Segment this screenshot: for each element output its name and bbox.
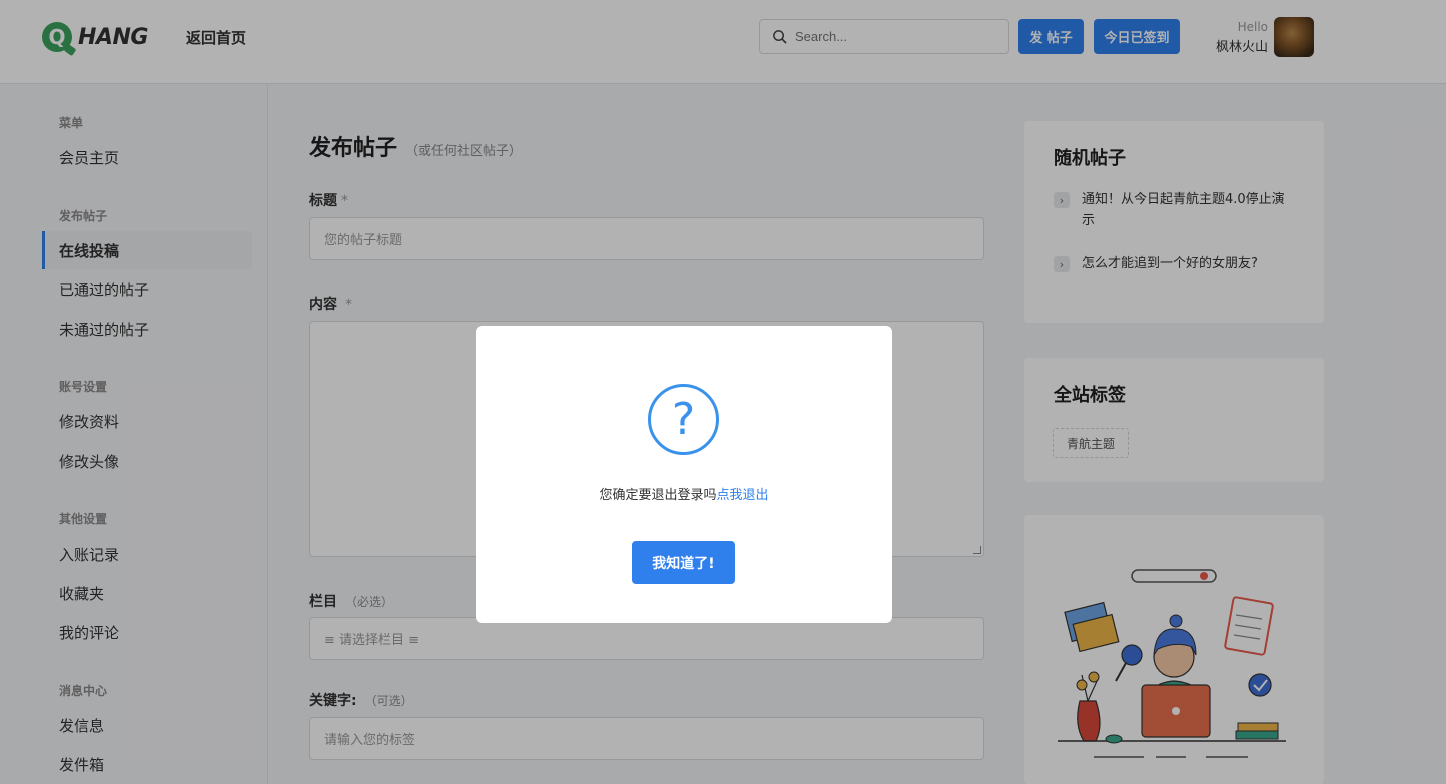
logout-link[interactable]: 点我退出 [717, 488, 769, 503]
dialog-message-text: 您确定要退出登录吗 [599, 488, 717, 503]
acknowledge-button[interactable]: 我知道了! [632, 541, 735, 584]
logout-confirm-dialog: ? 您确定要退出登录吗点我退出 我知道了! [476, 326, 892, 623]
dialog-message: 您确定要退出登录吗点我退出 [476, 484, 892, 503]
question-icon: ? [648, 384, 719, 455]
